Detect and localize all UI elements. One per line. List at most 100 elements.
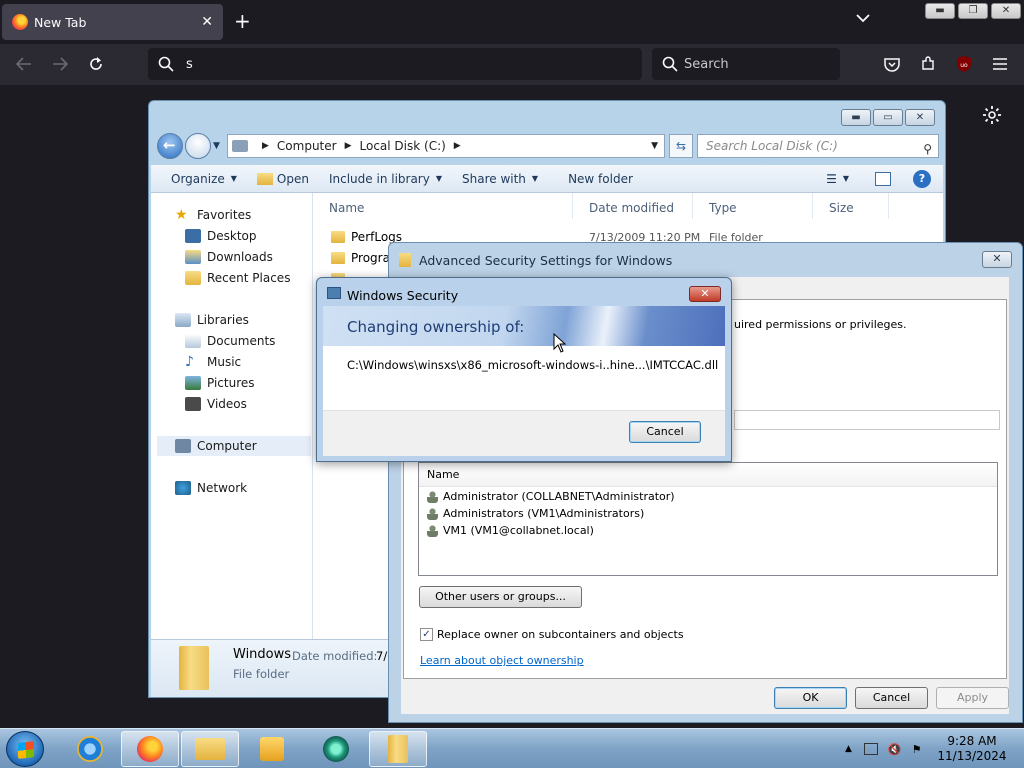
share-label: Share with bbox=[462, 171, 526, 186]
address-row: ▼ ▶ Computer ▶ Local Disk (C:) ▶ ▼ ⇆ Sea… bbox=[157, 133, 939, 159]
file-row[interactable]: Progra bbox=[331, 248, 390, 268]
firefox-button[interactable] bbox=[121, 731, 179, 767]
learn-ownership-link[interactable]: Learn about object ownership bbox=[420, 654, 584, 667]
firefox-icon bbox=[137, 736, 163, 762]
apply-button[interactable]: Apply bbox=[936, 687, 1009, 709]
column-type[interactable]: Type bbox=[693, 193, 813, 219]
column-name[interactable]: Name bbox=[313, 193, 573, 219]
folder-open-icon bbox=[256, 172, 273, 185]
selected-type: File folder bbox=[233, 667, 290, 681]
reload-icon[interactable] bbox=[86, 54, 106, 74]
preview-pane-icon[interactable] bbox=[875, 171, 891, 186]
nav-label: Favorites bbox=[197, 208, 252, 222]
change-owner-list[interactable]: Name Administrator (COLLABNET\Administra… bbox=[418, 462, 998, 576]
command-bar: Organize ▼ Open Include in library ▼ Share… bbox=[151, 165, 943, 193]
media-player-icon bbox=[260, 737, 284, 761]
menu-icon[interactable] bbox=[990, 54, 1010, 74]
search-icon bbox=[158, 56, 174, 72]
share-with-button[interactable]: Share with ▼ bbox=[462, 172, 538, 186]
videos-icon bbox=[185, 397, 201, 411]
volume-muted-icon[interactable]: 🔇 bbox=[888, 743, 902, 756]
security-settings-button[interactable] bbox=[369, 731, 427, 767]
ublock-icon[interactable]: uo bbox=[954, 54, 974, 74]
ok-button[interactable]: OK bbox=[774, 687, 847, 709]
address-bar-value: s bbox=[186, 56, 193, 72]
forward-icon[interactable] bbox=[50, 54, 70, 74]
nav-network[interactable]: Network bbox=[175, 478, 335, 498]
address-dropdown-icon[interactable]: ▼ bbox=[651, 141, 658, 151]
nav-computer[interactable]: Computer bbox=[157, 436, 311, 456]
tab-title: New Tab bbox=[34, 14, 87, 30]
close-tab-icon[interactable]: ✕ bbox=[201, 14, 213, 30]
clock[interactable]: 9:28 AM 11/13/2024 bbox=[934, 734, 1010, 764]
search-field[interactable]: Search bbox=[652, 48, 840, 80]
close-button[interactable]: ✕ bbox=[905, 109, 935, 126]
nav-label: Documents bbox=[207, 334, 276, 348]
network-icon[interactable] bbox=[863, 743, 878, 755]
nav-favorites[interactable]: ★ Favorites bbox=[175, 205, 335, 225]
internet-explorer-button[interactable] bbox=[61, 731, 119, 767]
close-button[interactable]: ✕ bbox=[982, 251, 1012, 268]
media-center-button[interactable] bbox=[307, 731, 365, 767]
nav-libraries[interactable]: Libraries bbox=[175, 310, 335, 330]
list-header[interactable]: Name bbox=[419, 463, 997, 487]
replace-owner-checkbox[interactable]: ✓ Replace owner on subcontainers and obj… bbox=[420, 628, 684, 641]
maximize-button[interactable]: ▭ bbox=[873, 109, 903, 126]
forward-button[interactable] bbox=[185, 133, 211, 159]
address-bar[interactable]: s bbox=[148, 48, 642, 80]
organize-button[interactable]: Organize ▼ bbox=[171, 172, 237, 186]
cancel-button[interactable]: Cancel bbox=[855, 687, 928, 709]
folder-icon bbox=[331, 231, 345, 243]
media-center-icon bbox=[323, 736, 349, 762]
recent-pages-icon[interactable]: ▼ bbox=[213, 141, 220, 151]
music-icon: ♪ bbox=[185, 354, 194, 370]
svg-text:uo: uo bbox=[960, 62, 968, 69]
address-bar[interactable]: ▶ Computer ▶ Local Disk (C:) ▶ ▼ bbox=[227, 134, 665, 158]
minimize-button[interactable]: ▬ bbox=[925, 3, 955, 19]
list-item[interactable]: Administrators (VM1\Administrators) bbox=[427, 505, 644, 522]
view-options-icon[interactable]: ☰ ▼ bbox=[826, 172, 849, 186]
list-item[interactable]: Administrator (COLLABNET\Administrator) bbox=[427, 488, 675, 505]
help-icon[interactable]: ? bbox=[913, 169, 931, 188]
firefox-icon bbox=[12, 14, 28, 30]
new-folder-button[interactable]: New folder bbox=[568, 172, 633, 186]
user-icon bbox=[427, 524, 438, 537]
restore-button[interactable]: ❐ bbox=[958, 3, 988, 19]
close-button[interactable]: ✕ bbox=[689, 286, 721, 302]
back-icon[interactable] bbox=[14, 54, 34, 74]
search-icon: ⚲ bbox=[923, 142, 932, 156]
user-icon bbox=[427, 490, 438, 503]
column-size[interactable]: Size bbox=[813, 193, 889, 219]
system-tray: ▲ 🔇 ⚑ bbox=[845, 729, 932, 768]
user-name: Administrator (COLLABNET\Administrator) bbox=[443, 490, 675, 503]
include-in-library-button[interactable]: Include in library ▼ bbox=[329, 172, 442, 186]
browser-tab[interactable]: New Tab ✕ bbox=[2, 4, 223, 40]
open-label: Open bbox=[276, 171, 309, 186]
extensions-icon[interactable] bbox=[918, 54, 938, 74]
breadcrumb-arrow-icon: ▶ bbox=[453, 141, 461, 151]
back-button[interactable] bbox=[157, 133, 183, 159]
column-date[interactable]: Date modified bbox=[573, 193, 693, 219]
refresh-button[interactable]: ⇆ bbox=[669, 134, 693, 158]
start-button[interactable] bbox=[6, 731, 44, 767]
column-headers: Name Date modified Type Size bbox=[313, 193, 943, 219]
minimize-button[interactable]: ▬ bbox=[841, 109, 871, 126]
cancel-button[interactable]: Cancel bbox=[629, 421, 701, 443]
show-hidden-icons-icon[interactable]: ▲ bbox=[845, 744, 852, 754]
explorer-button[interactable] bbox=[181, 731, 239, 767]
pocket-icon[interactable] bbox=[882, 54, 902, 74]
media-player-button[interactable] bbox=[243, 731, 301, 767]
chevron-down-icon[interactable] bbox=[856, 12, 870, 26]
new-tab-icon[interactable]: + bbox=[234, 10, 251, 32]
breadcrumb-local-disk[interactable]: Local Disk (C:) bbox=[360, 139, 446, 153]
close-window-button[interactable]: ✕ bbox=[991, 3, 1021, 19]
gear-icon[interactable] bbox=[982, 105, 1002, 128]
search-input[interactable]: Search Local Disk (C:) ⚲ bbox=[697, 134, 939, 158]
browser-tab-bar: New Tab ✕ + ▬ ❐ ✕ bbox=[0, 0, 1024, 44]
open-button[interactable]: Open bbox=[256, 171, 309, 186]
search-placeholder: Search bbox=[684, 56, 729, 72]
list-item[interactable]: VM1 (VM1@collabnet.local) bbox=[427, 522, 594, 539]
breadcrumb-computer[interactable]: Computer bbox=[277, 139, 337, 153]
other-users-button[interactable]: Other users or groups... bbox=[419, 586, 582, 608]
action-center-icon[interactable]: ⚑ bbox=[912, 743, 922, 756]
